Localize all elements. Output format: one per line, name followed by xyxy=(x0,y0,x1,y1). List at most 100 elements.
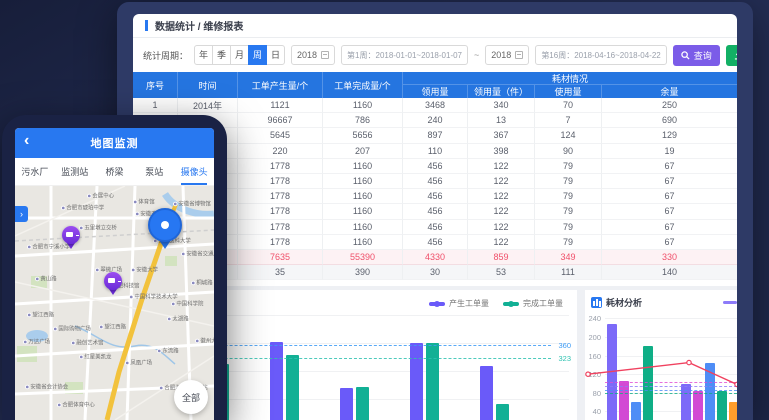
bar-chart-icon xyxy=(591,297,602,308)
poi-icon xyxy=(129,295,134,300)
cell-value: 1160 xyxy=(323,189,403,204)
start-year-select[interactable]: 2018 xyxy=(291,45,335,65)
chart-bar-created xyxy=(410,343,423,420)
y-axis-tick: 120 xyxy=(585,370,601,379)
cell-value: 1778 xyxy=(238,174,323,189)
period-option-年[interactable]: 年 xyxy=(194,45,213,65)
map-label: 凤凰广场 xyxy=(125,358,152,366)
cell-value: 1160 xyxy=(323,98,403,113)
phone-tab-污水厂[interactable]: 污水厂 xyxy=(15,158,55,185)
table-header: 序号 时间 工单产生量/个 工单完成量/个 耗材情况 领用量 领用量（件） 使用… xyxy=(133,72,737,98)
cell-value: 1160 xyxy=(323,220,403,235)
map-label: 五里墩立交桥 xyxy=(79,223,117,231)
legend-item[interactable]: 产生工单量 xyxy=(429,298,489,309)
calendar-icon xyxy=(515,51,523,59)
query-button-label: 查询 xyxy=(694,49,712,62)
chart-bar-completed xyxy=(496,404,509,420)
phone-tab-bar: 污水厂监测站桥梁泵站摄像头 xyxy=(15,158,214,186)
pin-tail xyxy=(67,243,75,253)
all-filter-button[interactable]: 全部 xyxy=(174,380,208,414)
selected-camera-marker[interactable] xyxy=(148,208,182,250)
end-year-value: 2018 xyxy=(491,50,511,60)
col-sub-1: 领用量（件） xyxy=(468,85,535,98)
period-option-季[interactable]: 季 xyxy=(212,45,231,65)
cell-value: 1778 xyxy=(238,220,323,235)
total-value: 55390 xyxy=(323,250,403,265)
cell-value: 90 xyxy=(535,144,602,159)
chart-bar xyxy=(693,391,703,420)
col-sub-0: 领用量 xyxy=(403,85,468,98)
camera-icon xyxy=(148,208,182,242)
period-option-月[interactable]: 月 xyxy=(230,45,249,65)
cell-value: 122 xyxy=(468,220,535,235)
phone-page-title: 地图监测 xyxy=(91,135,139,151)
cell-value: 220 xyxy=(238,144,323,159)
cell-value: 456 xyxy=(403,204,468,219)
phone-tab-泵站[interactable]: 泵站 xyxy=(134,158,174,185)
poi-icon xyxy=(27,245,32,250)
start-range-input[interactable]: 第1周：2018-01-01~2018-01-07 xyxy=(341,45,468,65)
poi-icon xyxy=(25,385,30,390)
end-range-input[interactable]: 第16周：2018-04-16~2018-04-22 xyxy=(535,45,666,65)
poi-icon xyxy=(99,325,104,330)
map-label: 国际购物广场 xyxy=(53,324,91,332)
cell-value: 110 xyxy=(403,144,468,159)
camera-pin-marker[interactable] xyxy=(62,226,80,249)
map-label: 会展中心 xyxy=(87,191,114,199)
cell-value: 79 xyxy=(535,159,602,174)
phone-tab-监测站[interactable]: 监测站 xyxy=(55,158,95,185)
phone-tab-摄像头[interactable]: 摄像头 xyxy=(174,158,214,185)
period-option-周[interactable]: 周 xyxy=(248,45,267,65)
cell-value: 67 xyxy=(602,174,737,189)
cell-value: 1778 xyxy=(238,189,323,204)
chart-bar-created xyxy=(480,366,493,420)
cell-value: 79 xyxy=(535,204,602,219)
chart-gridline xyxy=(605,337,737,338)
map-label: 安徽大学 xyxy=(131,265,158,273)
legend-item[interactable]: 完成工单量 xyxy=(503,298,563,309)
cell-value: 67 xyxy=(602,220,737,235)
chart-legend: 产生工单量 完成工单量 xyxy=(429,298,563,309)
cell-value: 5656 xyxy=(323,128,403,143)
poi-icon xyxy=(167,317,172,322)
back-icon[interactable]: ‹ xyxy=(24,132,29,150)
map-view[interactable]: 会展中心合肥市琥珀中学体育馆安徽农业大学安徽省博物馆五里墩立交桥安徽医科大学合肥… xyxy=(15,186,214,420)
cell-value: 122 xyxy=(468,174,535,189)
cell-value: 129 xyxy=(602,128,737,143)
col-sub-2: 使用量 xyxy=(535,85,602,98)
end-year-select[interactable]: 2018 xyxy=(485,45,529,65)
col-header-time: 时间 xyxy=(178,72,238,98)
y-axis-tick: 40 xyxy=(585,407,601,416)
query-button[interactable]: 查询 xyxy=(673,45,720,66)
camera-pin-marker[interactable] xyxy=(104,272,122,295)
avg-value: 35 xyxy=(238,265,323,280)
period-option-日[interactable]: 日 xyxy=(266,45,285,65)
poi-icon xyxy=(157,349,162,354)
poi-icon xyxy=(125,361,130,366)
cell-value: 1160 xyxy=(323,174,403,189)
chart-reference-line xyxy=(605,386,737,387)
legend-label: 产生工单量 xyxy=(449,298,489,309)
poi-icon xyxy=(195,339,200,344)
breadcrumb-accent xyxy=(145,20,148,31)
export-excel-button[interactable]: 导出Excel xyxy=(726,45,737,66)
chart-bar-created xyxy=(340,388,353,420)
col-header-created: 工单产生量/个 xyxy=(238,72,323,98)
y-axis-tick: 200 xyxy=(585,333,601,342)
panel-expand-button[interactable]: › xyxy=(15,206,28,222)
cell-seq: 1 xyxy=(133,98,178,113)
map-label: 望江西路 xyxy=(99,322,126,330)
map-label: 徽州大道 xyxy=(195,336,214,344)
consumable-chart-title-text: 耗材分析 xyxy=(606,296,642,309)
phone-tab-桥梁[interactable]: 桥梁 xyxy=(95,158,135,185)
chart-gridline xyxy=(605,318,737,319)
chart-gridline xyxy=(605,356,737,357)
pin-tail xyxy=(159,240,171,255)
cell-value: 79 xyxy=(535,174,602,189)
avg-value: 111 xyxy=(535,265,602,280)
avg-value: 53 xyxy=(468,265,535,280)
cell-value: 5645 xyxy=(238,128,323,143)
map-label: 红星美凯龙 xyxy=(79,352,111,360)
chart-bar xyxy=(619,381,629,420)
cell-value: 456 xyxy=(403,235,468,250)
